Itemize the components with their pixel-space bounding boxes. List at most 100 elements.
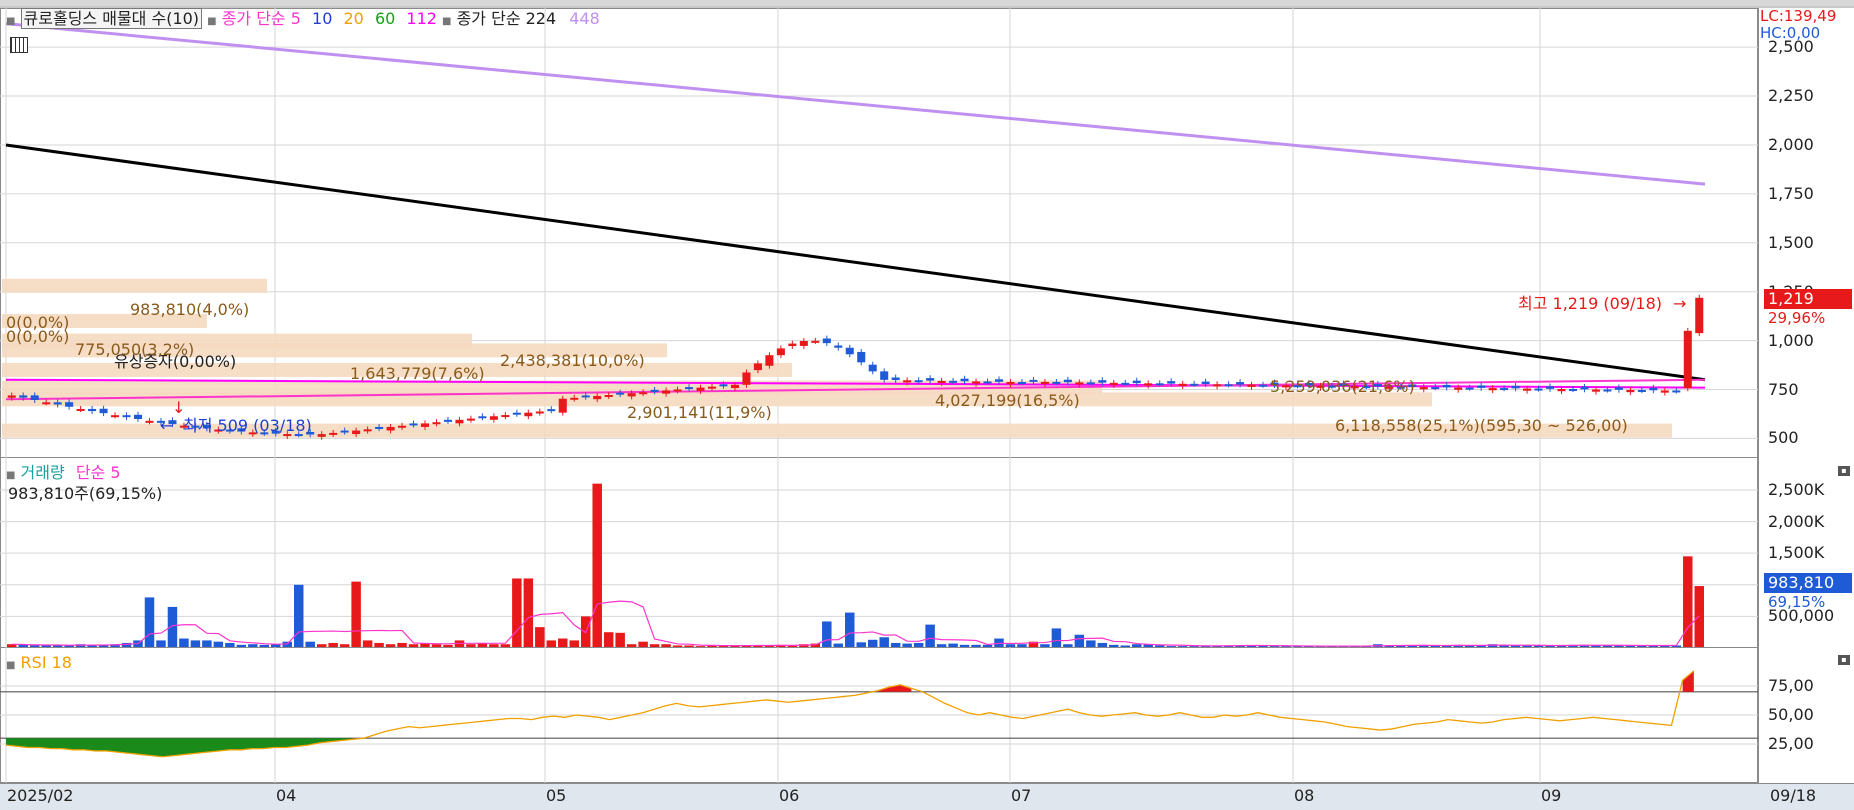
volume-bar: [1154, 645, 1165, 647]
volume-bar: [179, 638, 189, 647]
candle: [30, 395, 39, 400]
rsi-pane-close-icon[interactable]: ▪: [1838, 655, 1850, 665]
candle: [868, 364, 877, 372]
rsi-y-tick: 25,00: [1768, 734, 1814, 753]
candle: [432, 422, 441, 425]
volume-current-pct: 69,15%: [1768, 593, 1826, 611]
current-price: 1,219: [1768, 289, 1814, 308]
volume-pane-close-icon[interactable]: ▪: [1838, 466, 1850, 476]
candle: [420, 423, 430, 427]
candle: [1546, 386, 1555, 389]
calendar-icon[interactable]: [10, 37, 28, 53]
candle: [1511, 385, 1520, 389]
volume-bar: [833, 643, 844, 647]
volume-y-tick: 2,000K: [1768, 511, 1825, 531]
candle: [1568, 389, 1578, 392]
candle: [1442, 384, 1451, 388]
volume-bar: [867, 639, 878, 647]
volume-bar: [1051, 628, 1062, 647]
volume-bar: [959, 644, 970, 647]
candle: [1626, 389, 1635, 393]
low-arrow-icon: ←: [160, 416, 174, 435]
candle: [753, 363, 762, 371]
candle: [1121, 382, 1130, 385]
candle: [133, 414, 143, 420]
candle: [696, 387, 705, 391]
candle: [317, 434, 326, 437]
candle: [1557, 389, 1566, 392]
candle: [1465, 387, 1474, 390]
volume-profile-bar: [2, 278, 267, 293]
volume-bar: [236, 644, 247, 647]
volume-bar: [1097, 642, 1108, 647]
ma-long-label: 종가 단순 224: [456, 9, 557, 28]
rsi-legend[interactable]: ■ RSI 18: [6, 653, 72, 676]
candle: [1144, 383, 1153, 386]
volume-bar: [87, 645, 97, 647]
candle: [673, 389, 682, 392]
volume-bar: [167, 606, 178, 647]
candle: [1086, 382, 1095, 385]
volume-profile-label: 5,259,036(21,6%): [1270, 377, 1415, 396]
legend-square-icon: ■: [442, 16, 452, 27]
candle: [891, 377, 900, 381]
candle: [409, 423, 418, 426]
ma-period-10: 10: [312, 9, 333, 28]
volume-bar: [225, 642, 235, 647]
volume-bar: [603, 632, 614, 647]
volume-bar: [822, 621, 832, 647]
candle: [455, 419, 464, 424]
candle: [1075, 382, 1084, 385]
candle: [719, 384, 728, 387]
candle: [88, 408, 97, 412]
volume-bar: [695, 646, 706, 647]
volume-bar: [913, 642, 924, 647]
candle: [707, 386, 717, 389]
volume-profile-label: 0(0,0%): [6, 327, 70, 346]
candle: [329, 432, 338, 435]
price-y-tick: 1,500: [1768, 232, 1814, 252]
candle: [581, 395, 590, 398]
candle: [765, 355, 774, 366]
candle: [65, 402, 74, 407]
x-axis-label: 04: [276, 786, 297, 805]
candle: [1109, 382, 1118, 386]
candle: [822, 338, 831, 344]
volume-bar: [156, 640, 166, 647]
candle: [42, 402, 51, 405]
candle: [340, 430, 349, 433]
candle: [1040, 381, 1049, 385]
volume-bar: [213, 641, 224, 647]
ma-label: 종가 단순: [221, 9, 286, 28]
volume-bar: [1166, 646, 1176, 647]
candle: [1052, 381, 1061, 384]
volume-bar: [443, 644, 453, 647]
stock-legend[interactable]: ■ 큐로홀딩스 매물대 수(10) ■ 종가 단순 5 10 20 60 112…: [6, 8, 600, 32]
volume-bar: [1177, 646, 1188, 647]
candle: [949, 380, 958, 383]
volume-y-tick: 2,500K: [1768, 479, 1825, 499]
candle: [1591, 389, 1600, 392]
candle: [1454, 387, 1463, 390]
candle: [501, 415, 510, 418]
volume-bar: [535, 627, 545, 647]
candle: [960, 378, 969, 382]
candle: [1259, 384, 1268, 387]
volume-y-tick: 1,500K: [1768, 543, 1825, 563]
volume-bar: [339, 644, 350, 647]
volume-bar: [936, 644, 947, 647]
volume-bar: [1132, 644, 1142, 647]
volume-legend[interactable]: ■ 거래량 단순 5: [6, 463, 121, 486]
candle: [1236, 382, 1245, 385]
candle: [857, 351, 866, 363]
candle: [685, 387, 694, 390]
volume-bar: [569, 640, 579, 647]
rsi-y-tick: 50,00: [1768, 705, 1814, 724]
stock-label: 큐로홀딩스 매물대 수(10): [20, 8, 203, 29]
volume-bar: [902, 643, 912, 647]
volume-bar: [1109, 644, 1119, 647]
candle: [983, 381, 992, 384]
candle: [1523, 388, 1532, 391]
volume-bar: [558, 638, 568, 647]
low-annotation: 최저 509 (03/18): [183, 416, 312, 435]
